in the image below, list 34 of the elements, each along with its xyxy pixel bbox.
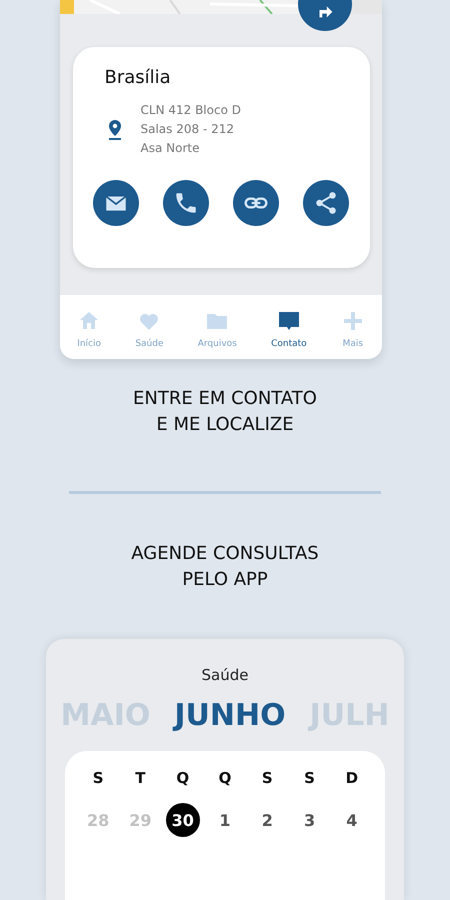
email-button[interactable]	[92, 180, 138, 226]
calendar-day[interactable]: 30	[166, 803, 200, 837]
weekday-label: S	[262, 769, 273, 787]
address-line: Asa Norte	[140, 140, 200, 157]
address-line: CLN 412 Bloco D	[140, 102, 241, 119]
month-tab[interactable]: JUNHO	[174, 698, 286, 733]
address-line: Salas 208 - 212	[140, 121, 235, 138]
weekday-label: D	[346, 769, 358, 787]
calendar-day[interactable]: 28	[81, 803, 116, 837]
location-pin-icon	[106, 118, 122, 140]
caption-line: E ME LOCALIZE	[155, 413, 295, 437]
weekday-label: S	[92, 769, 104, 787]
share-button[interactable]	[303, 180, 350, 226]
nav-tab[interactable]: Início	[77, 309, 102, 349]
calendar-day[interactable]: 3	[292, 803, 327, 837]
city-name: Brasília	[104, 67, 172, 88]
nav-tab[interactable]: Arquivos	[198, 309, 237, 349]
calendar-day[interactable]: 2	[250, 803, 284, 837]
nav-tab[interactable]: Contato	[271, 309, 307, 349]
weekday-label: Q	[176, 769, 190, 787]
nav-tab[interactable]: Saúde	[135, 309, 164, 349]
phone-button[interactable]	[162, 180, 209, 226]
caption-line: PELO APP	[181, 568, 269, 592]
calendar-day[interactable]: 29	[123, 803, 158, 837]
calendar-day[interactable]: 4	[334, 803, 369, 837]
weekday-label: S	[304, 769, 315, 787]
weekday-label: T	[135, 769, 146, 787]
link-button[interactable]	[233, 180, 280, 226]
calendar-day[interactable]: 1	[208, 803, 242, 837]
caption-line: AGENDE CONSULTAS	[131, 542, 319, 566]
weekday-label: Q	[218, 769, 232, 787]
screen-title: Saúde	[202, 666, 248, 684]
nav-tab[interactable]: Mais	[340, 309, 365, 349]
caption-line: ENTRE EM CONTATO	[133, 387, 317, 411]
